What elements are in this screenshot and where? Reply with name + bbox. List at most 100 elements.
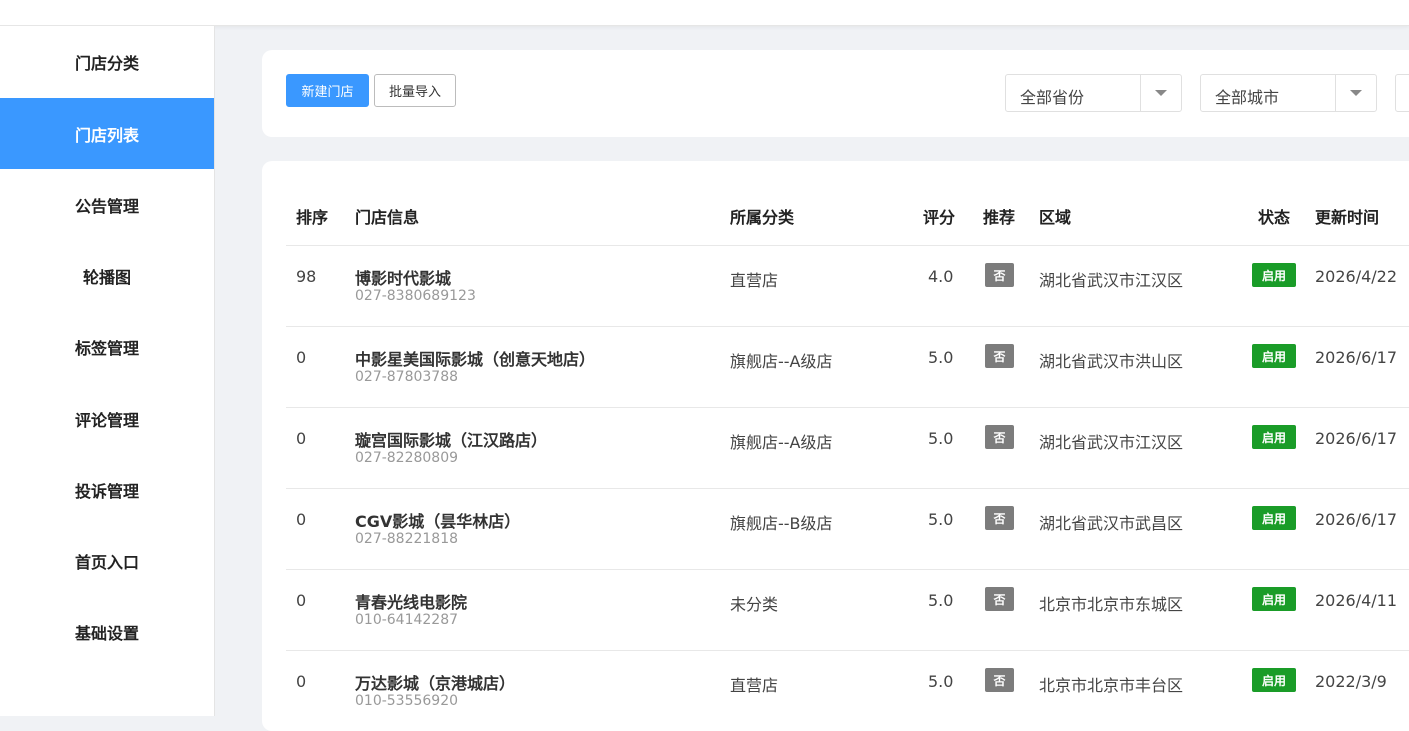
sidebar-item-tags[interactable]: 标签管理 (0, 311, 214, 382)
store-name: 博影时代影城 (355, 269, 452, 288)
column-header-status: 状态 (1258, 208, 1291, 227)
table-row[interactable]: 0 青春光线电影院 010-64142287 未分类 5.0 否 北京市北京市东… (286, 569, 1409, 650)
recommend-badge[interactable]: 否 (985, 506, 1014, 530)
status-badge[interactable]: 启用 (1252, 587, 1296, 611)
toolbar-card: 新建门店 批量导入 全部省份 全部城市 (262, 50, 1409, 137)
sidebar-item-label: 门店分类 (74, 53, 139, 73)
sidebar-menu: 门店分类 门店列表 公告管理 轮播图 标签管理 评论管理 投诉管理 首页入口 基… (0, 26, 215, 716)
table-row[interactable]: 0 CGV影城（昙华林店） 027-88221818 旗舰店--B级店 5.0 … (286, 488, 1409, 569)
recommend-badge[interactable]: 否 (985, 668, 1014, 692)
city-select[interactable]: 全部城市 (1200, 74, 1377, 112)
column-header-updated[interactable]: 更新时间 (1315, 204, 1379, 228)
sort-value: 0 (296, 672, 307, 691)
sidebar-item-store-list[interactable]: 门店列表 (0, 98, 214, 169)
updated-time: 2026/6/17 (1315, 429, 1398, 448)
updated-time: 2022/3/9 (1315, 672, 1387, 691)
store-category: 旗舰店--A级店 (730, 352, 833, 371)
sort-value: 0 (296, 510, 307, 529)
recommend-badge[interactable]: 否 (985, 425, 1014, 449)
store-name: 中影星美国际影城（创意天地店） (355, 350, 596, 369)
top-header-bar (0, 0, 1409, 26)
sidebar-item-label: 投诉管理 (74, 481, 139, 501)
city-select-value: 全部城市 (1215, 88, 1280, 107)
province-select[interactable]: 全部省份 (1005, 74, 1182, 112)
column-header-region: 区域 (1039, 208, 1072, 227)
store-name: CGV影城（昙华林店） (355, 512, 521, 531)
sidebar-item-label: 标签管理 (74, 338, 139, 358)
store-score: 5.0 (928, 510, 954, 529)
table-row[interactable]: 0 璇宫国际影城（江汉路店） 027-82280809 旗舰店--A级店 5.0… (286, 407, 1409, 488)
column-header-sort[interactable]: 排序 (296, 204, 328, 228)
chevron-down-icon (1140, 75, 1181, 111)
sidebar-item-complaints[interactable]: 投诉管理 (0, 454, 214, 525)
new-store-button[interactable]: 新建门店 (286, 74, 369, 107)
row-divider (286, 245, 1409, 246)
row-divider (286, 407, 1409, 408)
status-badge[interactable]: 启用 (1252, 506, 1296, 530)
row-divider (286, 569, 1409, 570)
column-header-score[interactable]: 评分 (923, 204, 955, 228)
store-phone: 027-88221818 (355, 531, 459, 547)
updated-time: 2026/6/17 (1315, 510, 1398, 529)
sidebar-item-home-entry[interactable]: 首页入口 (0, 525, 214, 596)
recommend-badge[interactable]: 否 (985, 263, 1014, 287)
sidebar-item-basic-settings[interactable]: 基础设置 (0, 596, 214, 667)
store-region: 湖北省武汉市江汉区 (1039, 433, 1184, 452)
table-row[interactable]: 0 中影星美国际影城（创意天地店） 027-87803788 旗舰店--A级店 … (286, 326, 1409, 407)
store-category: 旗舰店--B级店 (730, 514, 833, 533)
store-score: 5.0 (928, 672, 954, 691)
updated-time: 2026/4/22 (1315, 267, 1398, 286)
row-divider (286, 650, 1409, 651)
store-phone: 027-87803788 (355, 369, 459, 385)
column-header-store-info: 门店信息 (355, 208, 420, 227)
store-category: 直营店 (730, 676, 779, 695)
store-name: 万达影城（京港城店） (355, 674, 516, 693)
sidebar-item-carousel[interactable]: 轮播图 (0, 240, 214, 311)
status-badge[interactable]: 启用 (1252, 425, 1296, 449)
sidebar-item-label: 评论管理 (74, 410, 139, 430)
updated-time: 2026/6/17 (1315, 348, 1398, 367)
sidebar-item-label: 首页入口 (74, 552, 139, 572)
sort-value: 0 (296, 591, 307, 610)
sidebar-item-label: 基础设置 (74, 623, 139, 643)
store-score: 5.0 (928, 591, 954, 610)
store-category: 未分类 (730, 595, 779, 614)
store-name: 璇宫国际影城（江汉路店） (355, 431, 548, 450)
sidebar-item-label: 门店列表 (74, 125, 139, 145)
province-select-value: 全部省份 (1020, 88, 1085, 107)
store-score: 4.0 (928, 267, 954, 286)
batch-import-button[interactable]: 批量导入 (374, 74, 456, 107)
status-badge[interactable]: 启用 (1252, 263, 1296, 287)
updated-time: 2026/4/11 (1315, 591, 1398, 610)
store-score: 5.0 (928, 348, 954, 367)
sidebar-item-label: 公告管理 (74, 196, 139, 216)
store-phone: 010-64142287 (355, 612, 459, 628)
status-badge[interactable]: 启用 (1252, 344, 1296, 368)
store-name: 青春光线电影院 (355, 593, 468, 612)
store-region: 北京市北京市东城区 (1039, 595, 1184, 614)
sidebar-item-announcements[interactable]: 公告管理 (0, 169, 214, 240)
store-category: 直营店 (730, 271, 779, 290)
sidebar-item-store-category[interactable]: 门店分类 (0, 26, 214, 97)
store-phone: 027-8380689123 (355, 288, 476, 304)
store-region: 湖北省武汉市武昌区 (1039, 514, 1184, 533)
row-divider (286, 326, 1409, 327)
recommend-badge[interactable]: 否 (985, 344, 1014, 368)
table-row[interactable]: 0 万达影城（京港城店） 010-53556920 直营店 5.0 否 北京市北… (286, 650, 1409, 731)
table-row[interactable]: 98 博影时代影城 027-8380689123 直营店 4.0 否 湖北省武汉… (286, 245, 1409, 326)
sidebar-item-label: 轮播图 (82, 267, 131, 287)
sort-value: 98 (296, 267, 317, 286)
recommend-badge[interactable]: 否 (985, 587, 1014, 611)
store-phone: 010-53556920 (355, 693, 459, 709)
column-header-recommend: 推荐 (983, 208, 1016, 227)
store-table: 排序 门店信息 所属分类 评分 推荐 区域 状态 更新时间 98 博影时代影城 … (262, 161, 1409, 731)
sort-value: 0 (296, 348, 307, 367)
sidebar-item-comments[interactable]: 评论管理 (0, 383, 214, 454)
status-badge[interactable]: 启用 (1252, 668, 1296, 692)
store-region: 湖北省武汉市江汉区 (1039, 271, 1184, 290)
column-header-category: 所属分类 (730, 208, 795, 227)
sort-value: 0 (296, 429, 307, 448)
district-select[interactable] (1395, 74, 1409, 112)
row-divider (286, 488, 1409, 489)
store-phone: 027-82280809 (355, 450, 459, 466)
